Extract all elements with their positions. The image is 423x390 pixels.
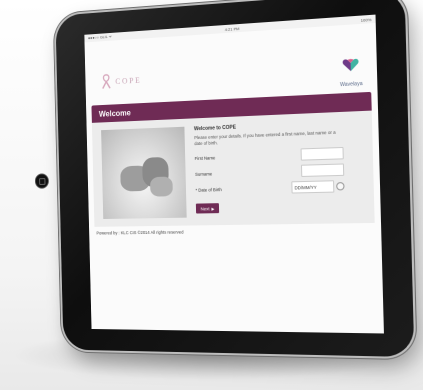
page-title: Welcome xyxy=(99,108,131,118)
baby-hands-photo xyxy=(101,127,187,219)
stage: ●●●○○ GLIL ᯤ 4:21 PM 100% COPE Wavelaya … xyxy=(0,0,423,390)
dob-label: * Date of Birth xyxy=(195,187,221,193)
status-bar: ●●●○○ GLIL ᯤ 4:21 PM 100% xyxy=(84,15,375,43)
first-name-label: First Name xyxy=(195,155,216,161)
next-button-label: Next xyxy=(201,206,210,211)
home-button[interactable] xyxy=(35,173,49,189)
registration-form: Welcome to COPE Please enter your detail… xyxy=(194,112,346,226)
tablet-device: ●●●○○ GLIL ᯤ 4:21 PM 100% COPE Wavelaya … xyxy=(55,0,414,357)
page-content: COPE Wavelaya Welcome Welcome to COPE Pl… xyxy=(85,54,381,235)
footer: Powered by : KLC CIS ©2014 All rights re… xyxy=(95,227,375,235)
welcome-card: Welcome to COPE Please enter your detail… xyxy=(92,111,375,227)
wavelaya-logo: Wavelaya xyxy=(339,57,362,91)
arrow-right-icon: ▶ xyxy=(211,206,214,211)
cope-logo-text: COPE xyxy=(115,75,141,85)
cope-logo: COPE xyxy=(100,72,142,90)
wavelaya-logo-text: Wavelaya xyxy=(340,81,363,88)
first-name-input[interactable] xyxy=(301,147,344,161)
status-battery: 100% xyxy=(361,16,372,22)
status-time: 4:21 PM xyxy=(225,26,240,32)
status-carrier: ●●●○○ GLIL ᯤ xyxy=(88,34,112,41)
dob-input[interactable]: DD/MM/YY xyxy=(291,180,334,193)
form-instructions: Please enter your details. If you have e… xyxy=(194,129,343,146)
heart-icon xyxy=(341,57,360,73)
next-button[interactable]: Next ▶ xyxy=(196,203,219,213)
tablet-screen: ●●●○○ GLIL ᯤ 4:21 PM 100% COPE Wavelaya … xyxy=(84,15,384,334)
surname-label: Surname xyxy=(195,171,212,176)
dob-field: DD/MM/YY xyxy=(291,180,344,194)
dob-row: * Date of Birth DD/MM/YY xyxy=(195,178,344,198)
calendar-icon[interactable] xyxy=(336,182,344,190)
surname-input[interactable] xyxy=(301,163,344,177)
ribbon-icon xyxy=(100,74,113,90)
